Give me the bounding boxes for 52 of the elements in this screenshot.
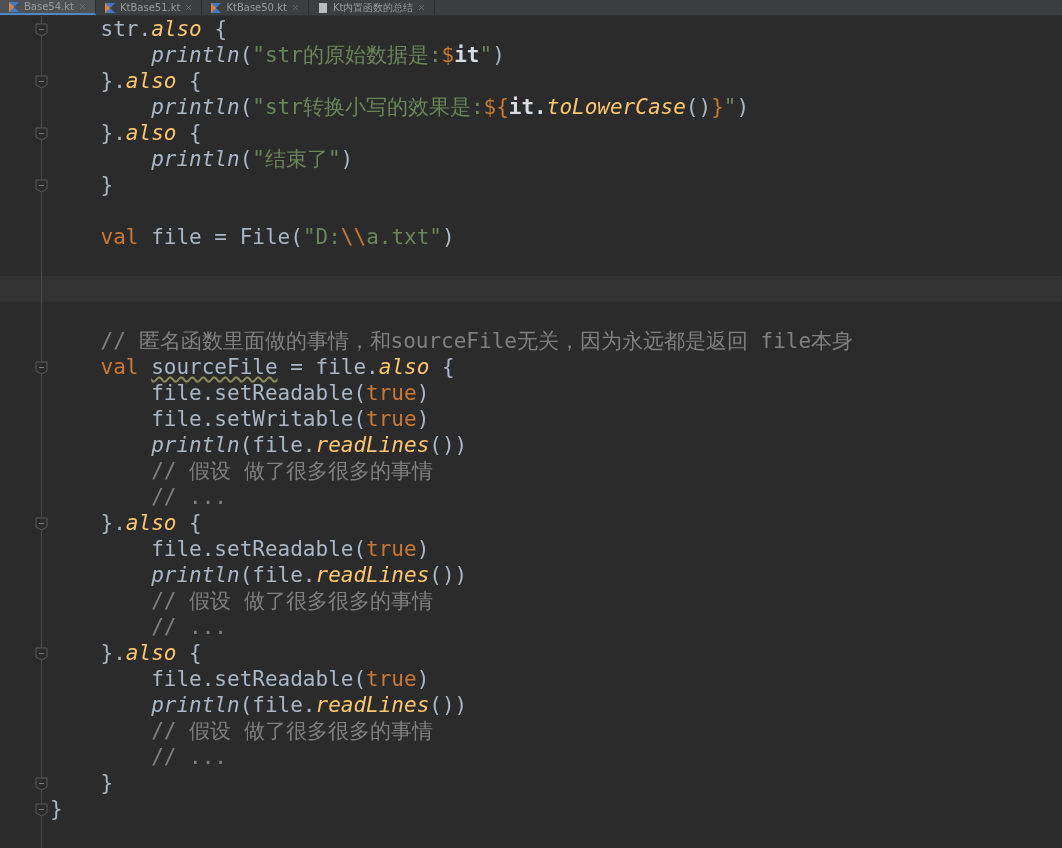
tab-label: Kt内置函数的总结 <box>332 2 414 13</box>
code-text: file.setReadable(true) <box>150 536 430 562</box>
code-text: // 假设 做了很多很多的事情 <box>150 718 433 744</box>
code-text: }.also { <box>99 510 202 536</box>
code-text: file.setReadable(true) <box>150 380 430 406</box>
kotlin-file-icon <box>8 0 20 13</box>
code-text: str.also { <box>99 16 228 42</box>
tab-label: KtBase50.kt <box>226 2 287 13</box>
code-text: val sourceFile = file.also { <box>99 354 455 380</box>
tab-label: KtBase51.kt <box>119 2 181 13</box>
fold-marker-icon[interactable] <box>34 801 49 817</box>
editor-tab[interactable]: Base54.kt <box>0 0 96 15</box>
code-text: } <box>99 172 114 198</box>
fold-marker-icon[interactable] <box>34 359 49 375</box>
code-text: // ... <box>150 484 227 510</box>
code-text: // ... <box>150 744 227 770</box>
kotlin-file-icon <box>210 1 223 14</box>
editor-tab[interactable]: KtBase50.kt <box>202 0 309 15</box>
code-text: println("str的原始数据是:$it") <box>150 42 505 68</box>
editor-tab[interactable]: Kt内置函数的总结 <box>308 0 436 15</box>
code-text: println(file.readLines()) <box>150 692 468 718</box>
kotlin-file-icon <box>103 1 116 14</box>
code-text: println("str转换小写的效果是:${it.toLowerCase()}") <box>150 94 750 120</box>
code-text: // 假设 做了很多很多的事情 <box>150 588 433 614</box>
fold-marker-icon[interactable] <box>34 645 49 661</box>
code-text: file.setReadable(true) <box>150 666 430 692</box>
fold-marker-icon[interactable] <box>34 73 49 89</box>
code-text: // 匿名函数里面做的事情，和sourceFile无关，因为永远都是返回 file本身 <box>99 328 854 354</box>
code-text: println("结束了") <box>150 146 354 172</box>
code-text: } <box>50 796 63 822</box>
tab-label: Base54.kt <box>24 1 74 12</box>
close-icon[interactable] <box>184 3 194 12</box>
code-text: // 假设 做了很多很多的事情 <box>150 458 433 484</box>
code-text: file.setWritable(true) <box>150 406 430 432</box>
fold-marker-icon[interactable] <box>34 125 49 141</box>
fold-marker-icon[interactable] <box>34 21 49 37</box>
fold-marker-icon[interactable] <box>34 775 49 791</box>
editor-tab[interactable]: KtBase51.kt <box>95 0 203 15</box>
code-text: // ... <box>150 614 227 640</box>
code-text: }.also { <box>99 640 202 666</box>
close-icon[interactable] <box>417 3 427 12</box>
code-text: println(file.readLines()) <box>150 432 468 458</box>
code-text: val file = File("D:\\a.txt") <box>99 224 455 250</box>
document-icon <box>316 1 329 14</box>
fold-marker-icon[interactable] <box>34 177 49 193</box>
fold-marker-icon[interactable] <box>34 515 49 531</box>
code-text: println(file.readLines()) <box>150 562 468 588</box>
close-icon[interactable] <box>77 2 87 11</box>
code-text: }.also { <box>99 68 202 94</box>
close-icon[interactable] <box>290 3 300 12</box>
code-text: } <box>99 770 114 796</box>
code-text: }.also { <box>99 120 202 146</box>
